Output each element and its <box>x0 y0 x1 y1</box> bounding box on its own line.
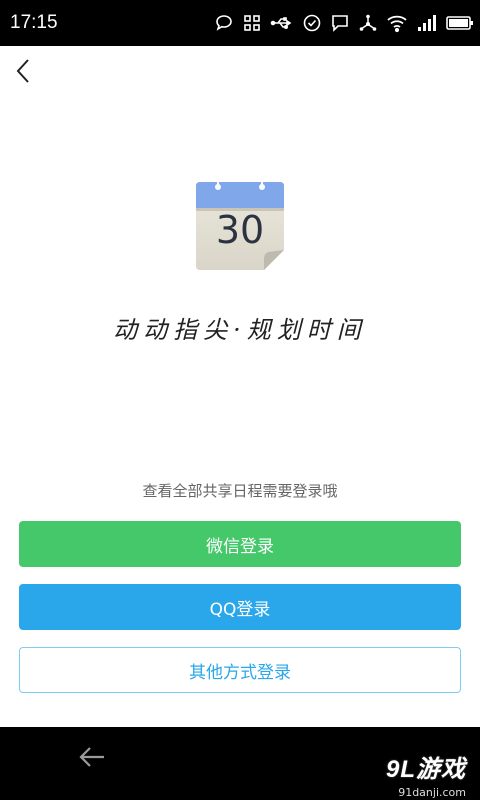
navigation-bar: 9L游戏 91danji.com <box>0 727 480 800</box>
signal-icon <box>416 13 438 33</box>
slogan-text: 动动指尖·规划时间 <box>113 316 367 344</box>
check-circle-icon <box>302 13 322 33</box>
watermark-brand: 9L游戏 <box>385 756 466 783</box>
watermark: 9L游戏 91danji.com <box>386 749 466 799</box>
arrow-left-icon <box>79 747 104 767</box>
login-hint: 查看全部共享日程需要登录哦 <box>142 482 338 500</box>
status-bar: 17:15 <box>0 0 480 46</box>
share-icon <box>358 13 378 33</box>
other-login-button[interactable]: 其他方式登录 <box>19 647 461 693</box>
qq-login-button[interactable]: QQ登录 <box>19 584 461 630</box>
message-icon <box>330 13 350 33</box>
wifi-icon <box>386 13 408 33</box>
wechat-login-button[interactable]: 微信登录 <box>19 521 461 567</box>
calendar-day: 30 <box>215 208 265 252</box>
battery-icon <box>446 13 474 33</box>
chat-bubble-icon <box>214 13 234 33</box>
grid-icon <box>242 13 262 33</box>
status-time: 17:15 <box>10 12 58 33</box>
watermark-site: 91danji.com <box>398 786 466 799</box>
calendar-logo: 30 <box>196 182 284 270</box>
status-icons <box>214 0 474 46</box>
nav-back-button[interactable] <box>72 737 112 777</box>
usb-icon <box>270 13 294 33</box>
chevron-left-icon <box>16 59 29 83</box>
back-button[interactable] <box>8 56 38 86</box>
